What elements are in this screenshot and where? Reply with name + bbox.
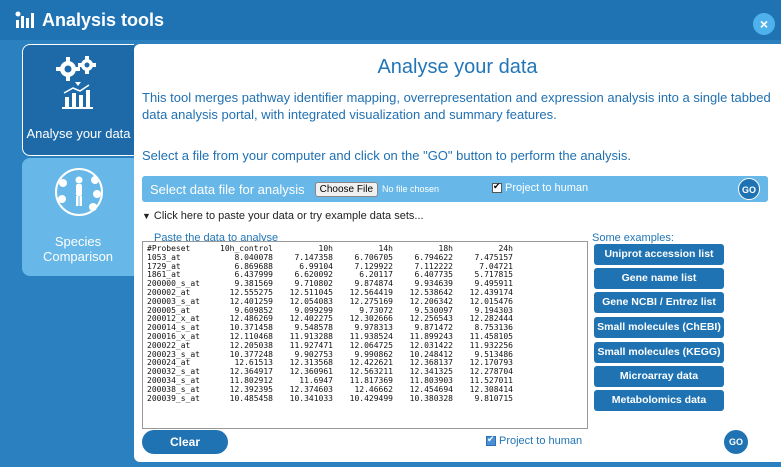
instruction-text: Select a file from your computer and cli… (142, 148, 632, 163)
paste-data-textarea[interactable]: #Probeset 10h_control 10h 14h 18h 24h 1053_at 8… (142, 241, 588, 429)
page-title: Analyse your data (377, 56, 538, 78)
file-select-label: Select data file for analysis (150, 181, 305, 197)
choose-file-button[interactable]: Choose File (314, 181, 378, 197)
gears-chart-icon (56, 56, 96, 109)
table-cell: 200039_s_at (147, 393, 200, 403)
title-bar: Analysis tools (0, 0, 781, 40)
table-cell: 10.429499 (349, 393, 393, 403)
paste-toggle-text: Click here to paste your data or try exa… (153, 210, 424, 222)
tab-analyse-your-data[interactable]: Analyse your data (22, 44, 134, 156)
example-uniprot-button[interactable]: Uniprot accession list (594, 244, 724, 265)
project-to-human-label-top: Project to human (505, 182, 589, 194)
example-kegg-button[interactable]: Small molecules (KEGG) (594, 342, 724, 363)
main-panel: Analyse your data This tool merges pathw… (134, 44, 781, 462)
project-to-human-checkbox-bottom[interactable] (486, 434, 496, 446)
examples-label: Some examples: (592, 232, 674, 244)
project-to-human-top[interactable]: Project to human (492, 181, 589, 194)
tab-species-comparison[interactable]: Species Comparison (22, 158, 134, 276)
species-icon (55, 168, 103, 216)
close-button[interactable]: × (753, 13, 775, 35)
clear-button[interactable]: Clear (142, 430, 228, 454)
table-cell: 9.810715 (474, 393, 513, 403)
example-gene-name-button[interactable]: Gene name list (594, 268, 724, 289)
data-table: #Probeset 10h_control 10h 14h 18h 24h 1053_at 8… (147, 244, 513, 404)
project-to-human-bottom[interactable]: Project to human (486, 434, 583, 447)
table-cell: 10.341033 (289, 393, 333, 403)
window-title: Analysis tools (42, 9, 165, 30)
go-button-bottom[interactable]: GO (724, 430, 748, 454)
example-microarray-button[interactable]: Microarray data (594, 366, 724, 387)
project-to-human-checkbox-top[interactable] (492, 181, 502, 193)
triangle-down-icon: ▼ (142, 211, 151, 221)
no-file-text: No file chosen (382, 184, 440, 194)
example-gene-ncbi-button[interactable]: Gene NCBI / Entrez list (594, 292, 724, 313)
example-chebi-button[interactable]: Small molecules (ChEBI) (594, 317, 724, 338)
analysis-tools-logo-icon (14, 10, 36, 30)
paste-data-toggle[interactable]: ▼ Click here to paste your data or try ex… (142, 210, 424, 222)
intro-text: This tool merges pathway identifier mapp… (142, 90, 771, 122)
example-metabolomics-button[interactable]: Metabolomics data (594, 390, 724, 411)
tab-label-analyse: Analyse your data (26, 126, 131, 141)
file-select-bar: Select data file for analysis Choose Fil… (142, 176, 768, 202)
table-cell: 10.485458 (229, 393, 273, 403)
tab-label-species: Species Comparison (42, 234, 114, 264)
table-cell: 10.380328 (409, 393, 453, 403)
go-button-top[interactable]: GO (738, 178, 760, 200)
table-row: 200039_s_at 10.485458 10.341033 10.429499 10… (147, 393, 513, 404)
project-to-human-label-bottom: Project to human (499, 435, 583, 447)
